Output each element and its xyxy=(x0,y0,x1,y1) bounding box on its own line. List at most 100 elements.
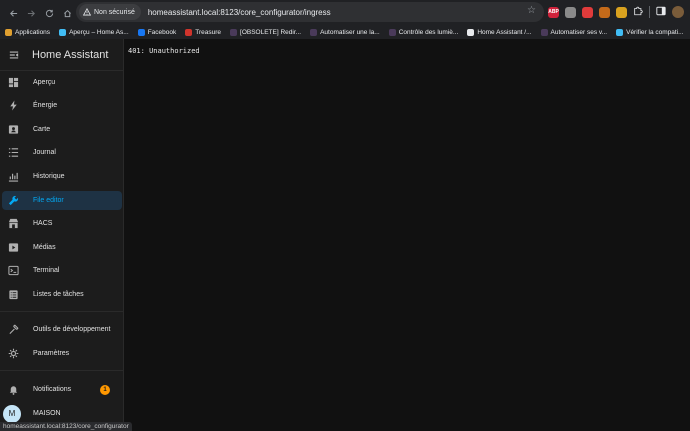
abp-extension-icon[interactable]: ABP xyxy=(548,6,559,18)
divider xyxy=(649,6,650,18)
bookmark-label: Aperçu – Home As... xyxy=(69,28,129,36)
bookmark-label: Applications xyxy=(15,28,51,36)
bookmark-item[interactable]: Automatiser ses v... xyxy=(540,28,608,36)
reload-button[interactable] xyxy=(40,4,58,22)
sidebar-title: Home Assistant xyxy=(32,48,109,61)
bookmark-label: Automatiser ses v... xyxy=(550,28,608,36)
bookmark-label: Treasure xyxy=(195,28,222,36)
reload-icon xyxy=(45,9,53,17)
sidebar-item-label: Paramètres xyxy=(33,350,70,357)
avatar: M xyxy=(3,404,21,423)
sidebar-item-settings[interactable]: Paramètres xyxy=(2,344,122,363)
sidebar-item-energie[interactable]: Énergie xyxy=(2,96,122,115)
main-content: 401: Unauthorized xyxy=(125,39,690,431)
bookmark-item[interactable]: Treasure xyxy=(185,28,222,36)
sidebar-item-carte[interactable]: Carte xyxy=(2,120,122,139)
favicon-icon xyxy=(616,28,624,36)
home-button[interactable] xyxy=(58,4,76,22)
sidebar-item-label: Notifications xyxy=(33,386,72,393)
security-label: Non sécurisé xyxy=(94,8,135,16)
bookmark-label: Contrôle des lumiè... xyxy=(398,28,459,36)
sidebar-item-terminal[interactable]: Terminal xyxy=(2,261,122,280)
history-icon xyxy=(7,171,19,183)
forward-button[interactable] xyxy=(22,4,40,22)
home-icon xyxy=(63,9,71,17)
profile-avatar[interactable] xyxy=(672,6,684,18)
url-text: homeassistant.local:8123/core_configurat… xyxy=(147,7,331,17)
bookmark-item[interactable]: Aperçu – Home As... xyxy=(59,28,129,36)
sidebar-item-hacs[interactable]: HACS xyxy=(2,214,122,233)
sidebar-item-apercu[interactable]: Aperçu xyxy=(2,73,122,92)
sidebar-item-label: Historique xyxy=(33,173,65,180)
warning-triangle-icon xyxy=(83,8,91,16)
bookmark-apps[interactable]: Applications xyxy=(5,28,51,36)
notification-badge: 1 xyxy=(100,384,110,395)
sidebar-item-historique[interactable]: Historique xyxy=(2,167,122,186)
sidebar-item-label: Énergie xyxy=(33,102,58,109)
sidebar-item-user[interactable]: M MAISON xyxy=(2,403,122,424)
security-chip[interactable]: Non sécurisé xyxy=(79,4,141,20)
lightning-icon xyxy=(7,100,19,112)
extensions-area: ABP xyxy=(548,2,690,22)
sidebar-item-label: Outils de développement xyxy=(33,326,111,333)
hacs-icon xyxy=(7,218,19,230)
image-extension-icon[interactable] xyxy=(565,6,576,18)
media-icon xyxy=(7,242,19,254)
bookmark-item[interactable]: [OBSOLETE] Redir... xyxy=(230,28,302,36)
status-bar-url: homeassistant.local:8123/core_configurat… xyxy=(0,422,132,431)
sidebar-item-file-editor[interactable]: File editor xyxy=(2,191,122,210)
bookmark-label: Home Assistant /... xyxy=(477,28,532,36)
dashboard-icon xyxy=(7,77,19,89)
bookmark-item[interactable]: Automatiser une la... xyxy=(310,28,380,36)
bookmark-label: [OBSOLETE] Redir... xyxy=(240,28,302,36)
favicon-icon xyxy=(137,28,145,36)
favicon-icon xyxy=(59,28,67,36)
sun-extension-icon[interactable] xyxy=(616,6,627,18)
apps-grid-icon xyxy=(5,28,12,36)
arrow-right-icon xyxy=(27,9,35,17)
shield-extension-icon[interactable] xyxy=(582,6,593,18)
arrow-left-icon xyxy=(9,9,17,17)
puzzle-icon[interactable] xyxy=(633,3,643,21)
sidebar-item-label: Journal xyxy=(33,149,56,156)
bookmark-label: Automatiser une la... xyxy=(320,28,380,36)
back-button[interactable] xyxy=(4,4,22,22)
gear-icon xyxy=(7,348,19,360)
favicon-icon xyxy=(540,28,548,36)
sidebar-item-label: Aperçu xyxy=(33,79,56,86)
address-bar[interactable]: Non sécurisé homeassistant.local:8123/co… xyxy=(76,2,544,22)
favicon-icon xyxy=(467,28,475,36)
bookmark-star-icon[interactable]: ☆ xyxy=(527,5,536,16)
sidebar-item-dev-tools[interactable]: Outils de développement xyxy=(2,320,122,339)
sidebar-item-listes-de-taches[interactable]: Listes de tâches xyxy=(2,285,122,304)
error-message: 401: Unauthorized xyxy=(128,47,200,55)
sidebar-panel-icon[interactable] xyxy=(656,3,666,21)
sidebar: Home Assistant Aperçu Énergie Carte Journal… xyxy=(0,39,124,431)
sidebar-item-label: File editor xyxy=(33,197,64,204)
bookmark-item[interactable]: Facebook xyxy=(137,28,177,36)
chart-extension-icon[interactable] xyxy=(599,6,610,18)
sidebar-item-label: Carte xyxy=(33,126,51,133)
bookmark-item[interactable]: Home Assistant /... xyxy=(467,28,532,36)
favicon-icon xyxy=(230,28,238,36)
map-icon xyxy=(7,124,19,136)
bookmark-label: Facebook xyxy=(147,28,177,36)
sidebar-item-journal[interactable]: Journal xyxy=(2,143,122,162)
bookmark-label: Vérifier la compati... xyxy=(626,28,684,36)
favicon-icon xyxy=(310,28,318,36)
browser-chrome: Non sécurisé homeassistant.local:8123/co… xyxy=(0,0,690,39)
bookmark-item[interactable]: Vérifier la compati... xyxy=(616,28,684,36)
sidebar-item-label: Terminal xyxy=(33,267,60,274)
sidebar-item-label: Listes de tâches xyxy=(33,291,84,298)
sidebar-header: Home Assistant xyxy=(0,39,124,71)
sidebar-item-notifications[interactable]: Notifications 1 xyxy=(2,380,122,399)
menu-open-icon xyxy=(9,51,19,58)
sidebar-divider xyxy=(0,311,124,312)
favicon-icon xyxy=(388,28,396,36)
menu-toggle-button[interactable] xyxy=(2,43,26,67)
sidebar-item-medias[interactable]: Médias xyxy=(2,238,122,257)
hammer-icon xyxy=(7,324,19,336)
sidebar-item-label: Médias xyxy=(33,244,56,251)
bookmark-item[interactable]: Contrôle des lumiè... xyxy=(388,28,459,36)
favicon-icon xyxy=(185,28,193,36)
